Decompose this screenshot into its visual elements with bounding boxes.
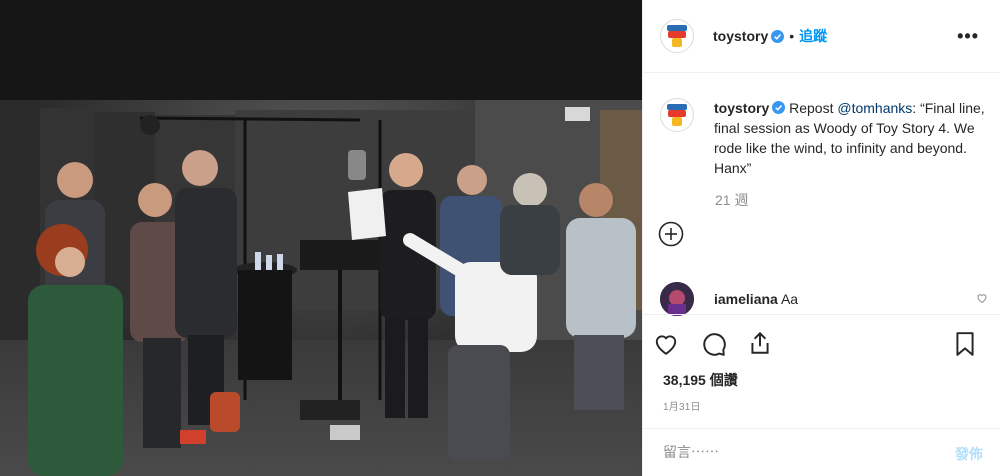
comment-text: iameliana Aa — [714, 291, 798, 307]
caption-text: toystory Repost @tomhanks: “Final line, … — [714, 98, 990, 178]
verified-badge-icon — [771, 29, 785, 43]
post-photo[interactable] — [0, 0, 642, 476]
post-details-panel: toystory • 追蹤 ••• toystory Repost @tomha… — [642, 0, 1000, 476]
caption-time: 21 週 — [715, 192, 749, 208]
commenter-avatar[interactable] — [660, 282, 694, 316]
recording-session-photo — [0, 0, 642, 476]
caption-avatar[interactable] — [660, 98, 694, 132]
comment-item: iameliana Aa — [660, 282, 990, 316]
more-options-button[interactable]: ••• — [957, 26, 979, 47]
profile-avatar[interactable] — [660, 19, 694, 53]
comment-body: Aa — [777, 291, 799, 307]
caption-mention-link[interactable]: @tomhanks — [837, 100, 912, 116]
comment-username[interactable]: iameliana — [714, 291, 778, 307]
post-header: toystory • 追蹤 ••• — [643, 0, 1000, 73]
save-bookmark-icon[interactable] — [952, 331, 978, 357]
post-caption: toystory Repost @tomhanks: “Final line, … — [660, 98, 990, 178]
user-photo-icon — [660, 282, 694, 316]
post-date[interactable]: 1月31日 — [663, 398, 701, 413]
like-heart-icon[interactable] — [653, 331, 679, 357]
comment-like-heart-icon[interactable] — [976, 292, 988, 304]
header-username[interactable]: toystory — [713, 28, 768, 44]
exit-sign — [565, 107, 590, 121]
post-actions-section: 38,195 個讚 1月31日 發佈 — [643, 314, 1000, 476]
comment-input[interactable] — [663, 444, 913, 460]
comment-form: 發佈 — [643, 428, 1000, 476]
toy-story-logo-icon — [667, 25, 687, 47]
header-separator: • — [789, 28, 795, 44]
follow-button[interactable]: 追蹤 — [799, 26, 827, 46]
share-upload-icon[interactable] — [747, 330, 773, 356]
toy-story-logo-icon — [667, 104, 687, 126]
post-comment-button[interactable]: 發佈 — [955, 444, 983, 464]
like-count[interactable]: 38,195 個讚 — [663, 370, 738, 390]
comment-bubble-icon[interactable] — [701, 331, 727, 357]
caption-username[interactable]: toystory — [714, 100, 769, 116]
caption-prefix: Repost — [785, 100, 838, 116]
verified-badge-icon — [772, 101, 786, 114]
add-circle-icon[interactable] — [658, 221, 684, 247]
